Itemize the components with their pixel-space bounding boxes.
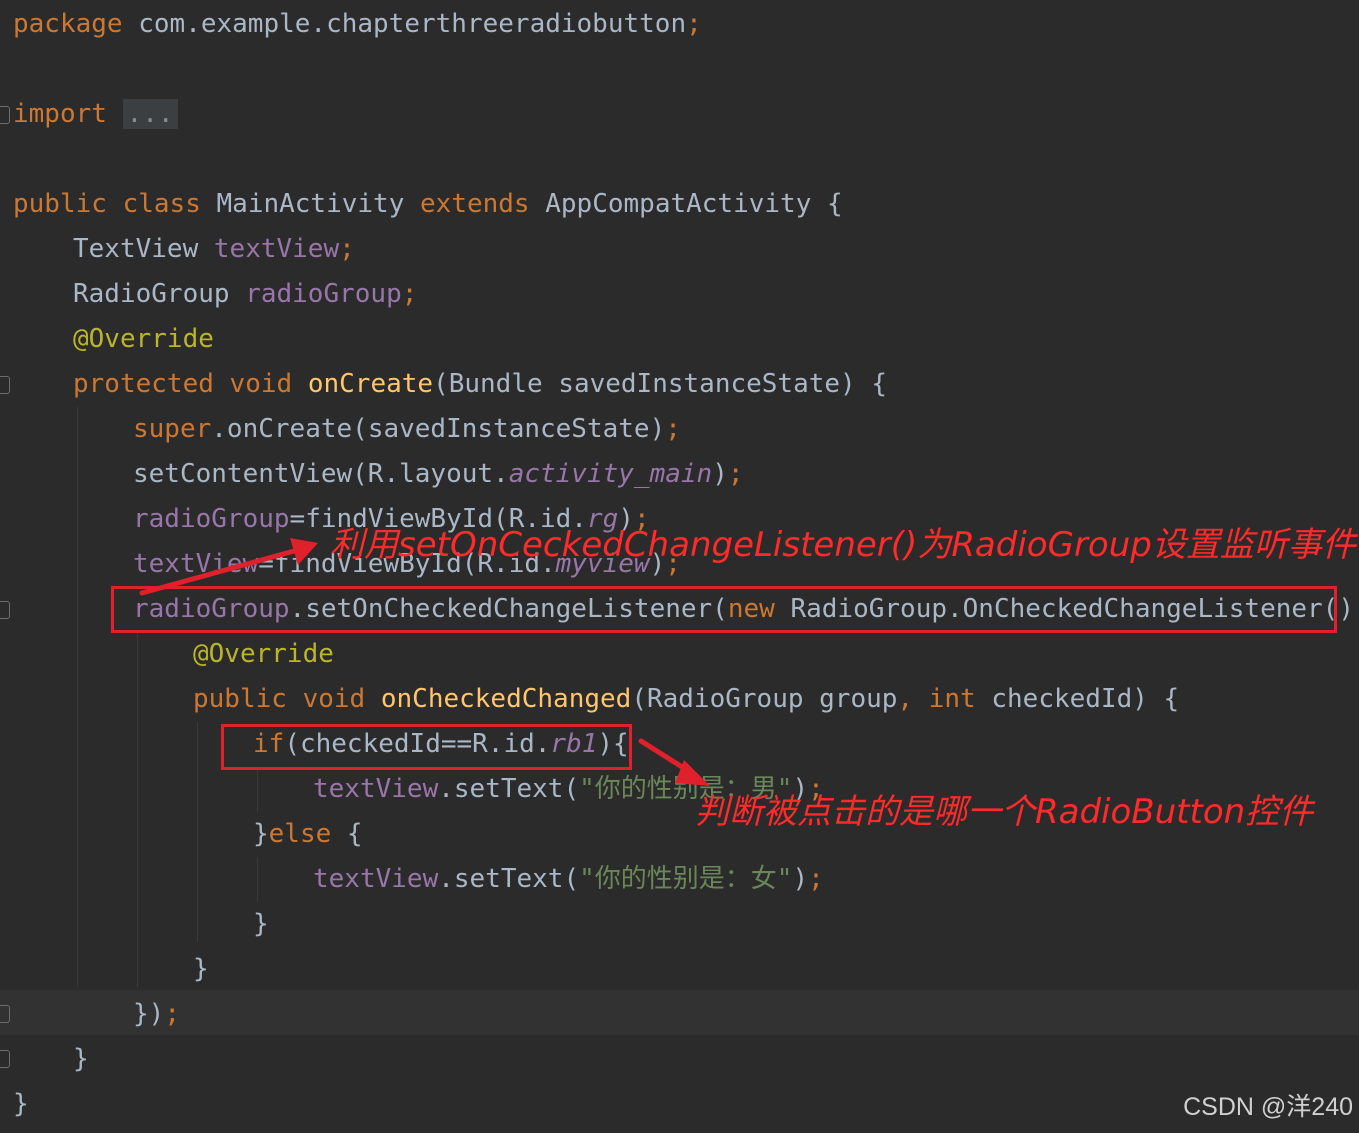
listener-note: 利用setOnCeckedChangeListener()为RadioGroup… <box>330 525 1356 565</box>
radiobutton-note: 判断被点击的是哪一个RadioButton控件 <box>695 792 1314 832</box>
annotation-arrows <box>139 538 710 786</box>
arrow-to-listener-note <box>139 545 308 596</box>
arrow-head-icon <box>290 538 318 565</box>
watermark: CSDN @洋240 <box>1183 1093 1353 1121</box>
code-editor[interactable]: package com.example.chapterthreeradiobut… <box>0 0 1359 1133</box>
